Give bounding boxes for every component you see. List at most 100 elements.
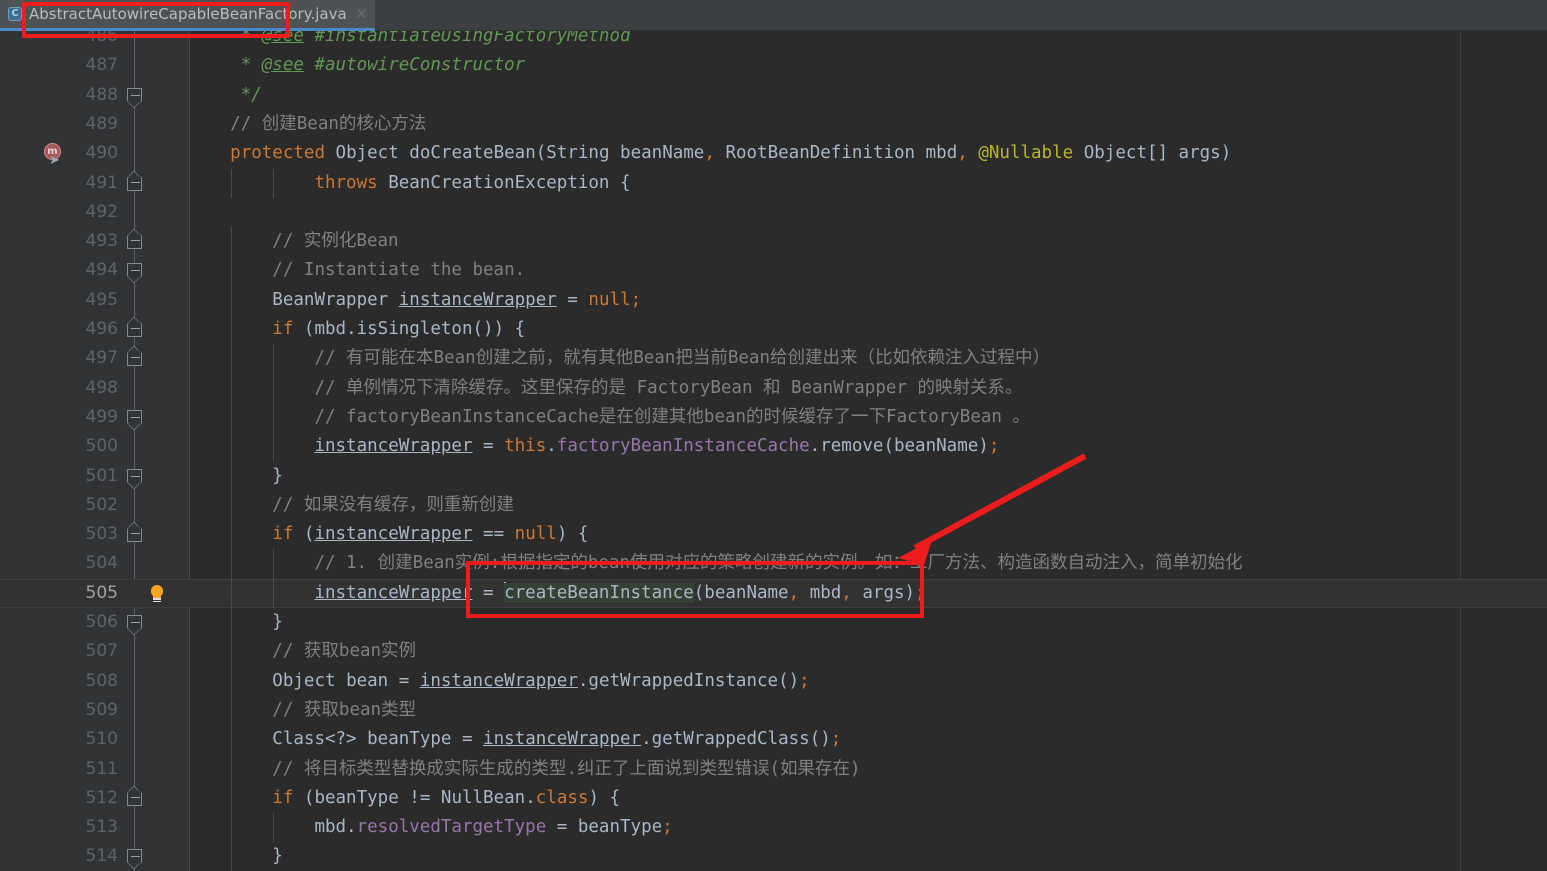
editor-line-512[interactable]: 512 if (beanType != NullBean.class) { xyxy=(0,783,1547,814)
code-text-508[interactable]: Object bean = instanceWrapper.getWrapped… xyxy=(188,667,809,696)
line-number-509: 509 xyxy=(85,699,118,720)
line-number-493: 493 xyxy=(85,231,118,252)
code-text-498[interactable]: // 单例情况下清除缓存。这里保存的是 FactoryBean 和 BeanWr… xyxy=(188,374,1022,403)
editor-line-502[interactable]: 502 // 如果没有缓存，则重新创建 xyxy=(0,490,1547,521)
code-editor[interactable]: 486 * @see #instantiateUsingFactoryMetho… xyxy=(0,31,1547,871)
fold-marker-end[interactable] xyxy=(127,87,143,108)
line-number-491: 491 xyxy=(85,172,118,193)
fold-marker-start[interactable] xyxy=(127,316,143,337)
fold-marker-end[interactable] xyxy=(127,468,143,489)
code-text-490[interactable]: protected Object doCreateBean(String bea… xyxy=(188,139,1231,168)
code-text-511[interactable]: // 将目标类型替换成实际生成的类型.纠正了上面说到类型错误(如果存在) xyxy=(188,755,860,784)
line-number-487: 487 xyxy=(85,55,118,76)
line-number-498: 498 xyxy=(85,377,118,398)
code-text-512[interactable]: if (beanType != NullBean.class) { xyxy=(188,784,620,813)
line-number-492: 492 xyxy=(85,201,118,222)
editor-line-514[interactable]: 514 } xyxy=(0,842,1547,871)
line-number-511: 511 xyxy=(85,758,118,779)
code-text-493[interactable]: // 实例化Bean xyxy=(188,227,398,256)
editor-line-503[interactable]: 503 if (instanceWrapper == null) { xyxy=(0,520,1547,550)
editor-line-487[interactable]: 487 * @see #autowireConstructor xyxy=(0,51,1547,80)
line-number-506: 506 xyxy=(85,612,118,632)
editor-line-508[interactable]: 508 Object bean = instanceWrapper.getWra… xyxy=(0,666,1547,696)
code-text-500[interactable]: instanceWrapper = this.factoryBeanInstan… xyxy=(188,432,999,461)
overridden-method-icon[interactable]: m ➤ xyxy=(40,143,68,167)
line-number-489: 489 xyxy=(85,113,118,134)
editor-line-486[interactable]: 486 * @see #instantiateUsingFactoryMetho… xyxy=(0,31,1547,51)
editor-line-495[interactable]: 495 BeanWrapper instanceWrapper = null; xyxy=(0,285,1547,315)
editor-line-497[interactable]: 497 // 有可能在本Bean创建之前，就有其他Bean把当前Bean给创建出… xyxy=(0,344,1547,374)
code-text-491[interactable]: throws BeanCreationException { xyxy=(188,169,630,198)
code-text-488[interactable]: */ xyxy=(188,81,262,110)
fold-marker-start[interactable] xyxy=(127,785,143,806)
editor-line-498[interactable]: 498 // 单例情况下清除缓存。这里保存的是 FactoryBean 和 Be… xyxy=(0,373,1547,403)
line-number-488: 488 xyxy=(85,84,118,105)
editor-line-496[interactable]: 496 if (mbd.isSingleton()) { xyxy=(0,315,1547,345)
code-text-495[interactable]: BeanWrapper instanceWrapper = null; xyxy=(188,286,641,315)
editor-line-499[interactable]: 499 // factoryBeanInstanceCache是在创建其他bea… xyxy=(0,402,1547,433)
code-text-503[interactable]: if (instanceWrapper == null) { xyxy=(188,520,588,549)
editor-line-501[interactable]: 501 } xyxy=(0,461,1547,491)
editor-line-506[interactable]: 506 } xyxy=(0,608,1547,638)
line-number-500: 500 xyxy=(85,436,118,457)
close-icon[interactable]: × xyxy=(356,7,368,21)
intention-bulb-icon[interactable] xyxy=(148,584,166,604)
code-text-505[interactable]: instanceWrapper = createBeanInstance(bea… xyxy=(188,579,926,608)
editor-line-510[interactable]: 510 Class<?> beanType = instanceWrapper.… xyxy=(0,725,1547,755)
editor-line-492[interactable]: 492 xyxy=(0,198,1547,227)
code-text-513[interactable]: mbd.resolvedTargetType = beanType; xyxy=(188,813,672,842)
editor-tab-bar: C AbstractAutowireCapableBeanFactory.jav… xyxy=(0,0,1547,31)
editor-line-494[interactable]: 494 // Instantiate the bean. xyxy=(0,256,1547,286)
line-number-507: 507 xyxy=(85,641,118,662)
fold-marker-end[interactable] xyxy=(127,849,143,870)
code-text-509[interactable]: // 获取bean类型 xyxy=(188,696,416,725)
code-text-494[interactable]: // Instantiate the bean. xyxy=(188,256,525,285)
code-text-510[interactable]: Class<?> beanType = instanceWrapper.getW… xyxy=(188,725,841,754)
fold-marker-start[interactable] xyxy=(127,346,143,367)
code-text-499[interactable]: // factoryBeanInstanceCache是在创建其他bean的时候… xyxy=(188,403,1030,432)
editor-line-505[interactable]: 505 instanceWrapper = createBeanInstance… xyxy=(0,578,1547,608)
code-text-497[interactable]: // 有可能在本Bean创建之前，就有其他Bean把当前Bean给创建出来（比如… xyxy=(188,344,1050,373)
editor-line-513[interactable]: 513 mbd.resolvedTargetType = beanType; xyxy=(0,813,1547,843)
line-number-502: 502 xyxy=(85,494,118,515)
editor-line-511[interactable]: 511 // 将目标类型替换成实际生成的类型.纠正了上面说到类型错误(如果存在) xyxy=(0,754,1547,784)
editor-line-488[interactable]: 488 */ xyxy=(0,81,1547,110)
java-class-icon-glyph: C xyxy=(11,8,19,19)
fold-marker-end[interactable] xyxy=(127,409,143,431)
code-text-496[interactable]: if (mbd.isSingleton()) { xyxy=(188,315,525,344)
line-number-496: 496 xyxy=(85,319,118,339)
line-number-486: 486 xyxy=(85,31,118,46)
line-number-513: 513 xyxy=(85,817,118,838)
code-text-514[interactable]: } xyxy=(188,842,283,871)
fold-marker-start[interactable] xyxy=(127,521,143,543)
code-text-501[interactable]: } xyxy=(188,462,283,491)
line-number-494: 494 xyxy=(85,260,118,281)
line-number-504: 504 xyxy=(85,553,118,574)
line-number-508: 508 xyxy=(85,670,118,691)
fold-marker-end[interactable] xyxy=(127,615,143,636)
editor-line-509[interactable]: 509 // 获取bean类型 xyxy=(0,695,1547,726)
editor-line-504[interactable]: 504 // 1. 创建Bean实例:根据指定的bean使用对应的策略创建新的实… xyxy=(0,549,1547,579)
editor-line-493[interactable]: 493 // 实例化Bean xyxy=(0,227,1547,257)
code-text-502[interactable]: // 如果没有缓存，则重新创建 xyxy=(188,491,514,520)
editor-line-489[interactable]: 489 // 创建Bean的核心方法 xyxy=(0,110,1547,139)
editor-line-490[interactable]: 490 m ➤ protected Object doCreateBean(Stri… xyxy=(0,139,1547,168)
line-number-503: 503 xyxy=(85,524,118,545)
code-text-489[interactable]: // 创建Bean的核心方法 xyxy=(188,110,426,139)
code-text-504[interactable]: // 1. 创建Bean实例:根据指定的bean使用对应的策略创建新的实例。如：… xyxy=(188,549,1242,578)
editor-tab-abstractautowirecapablebeanfactory[interactable]: C AbstractAutowireCapableBeanFactory.jav… xyxy=(0,0,376,31)
fold-marker-end[interactable] xyxy=(127,263,143,284)
java-class-icon: C xyxy=(7,6,23,22)
fold-marker-start[interactable] xyxy=(127,228,143,250)
code-text-487[interactable]: * @see #autowireConstructor xyxy=(188,51,526,80)
line-number-497: 497 xyxy=(85,348,118,369)
code-text-486[interactable]: * @see #instantiateUsingFactoryMethod xyxy=(188,31,631,51)
fold-marker-start[interactable] xyxy=(127,170,143,191)
code-text-507[interactable]: // 获取bean实例 xyxy=(188,637,416,666)
editor-line-500[interactable]: 500 instanceWrapper = this.factoryBeanIn… xyxy=(0,432,1547,462)
editor-tab-label: AbstractAutowireCapableBeanFactory.java xyxy=(29,5,347,23)
line-number-501: 501 xyxy=(85,465,118,486)
code-text-506[interactable]: } xyxy=(188,608,283,637)
editor-line-507[interactable]: 507 // 获取bean实例 xyxy=(0,637,1547,667)
editor-line-491[interactable]: 491 throws BeanCreationException { xyxy=(0,168,1547,198)
